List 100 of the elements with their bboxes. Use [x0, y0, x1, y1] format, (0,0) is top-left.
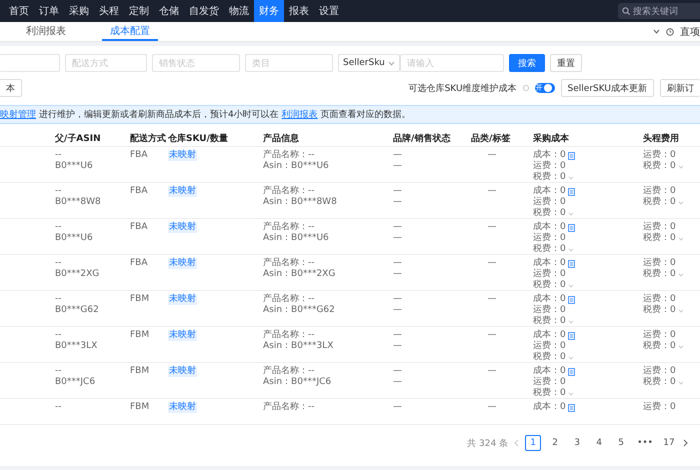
tax-text: 税费：0: [533, 388, 566, 398]
page-button[interactable]: 2: [547, 435, 564, 451]
filter-field[interactable]: 配送方式: [65, 54, 147, 72]
unmapped-link[interactable]: 未映射: [168, 186, 197, 197]
reset-button[interactable]: 重置: [550, 54, 582, 72]
chevron-down-icon: [568, 392, 574, 396]
nav-item[interactable]: 首页: [4, 0, 34, 22]
product-name: 产品名称：--: [263, 258, 314, 269]
category-text: —: [488, 258, 496, 269]
nav-item[interactable]: 定制: [124, 0, 154, 22]
page-button[interactable]: 5: [613, 435, 630, 451]
asin-text: Asin：B0***3LX: [263, 341, 334, 352]
shipping-method: FBM: [130, 402, 150, 413]
notice-text: 页面查看对应的数据。: [320, 108, 411, 121]
chevron-down-icon: [678, 272, 684, 276]
tab[interactable]: 利润报表: [18, 22, 74, 41]
refresh-button[interactable]: 刷新订: [660, 79, 700, 97]
filter-field[interactable]: 类目: [245, 54, 333, 72]
page-button[interactable]: 4: [591, 435, 608, 451]
column-header: 品类/标签: [471, 132, 512, 144]
parent-asin: --: [55, 330, 62, 341]
chevron-right-icon: [683, 439, 688, 447]
child-asin: B0***2XG: [55, 269, 100, 280]
unmapped-link[interactable]: 未映射: [168, 330, 197, 341]
asin-text: Asin：B0***2XG: [263, 269, 336, 280]
nav-item[interactable]: 报表: [284, 0, 314, 22]
product-name: 产品名称：--: [263, 402, 314, 413]
unmapped-link[interactable]: 未映射: [168, 294, 197, 305]
tax-text: 税费：0: [533, 244, 566, 254]
tax-text: 税费：0: [533, 316, 566, 326]
unmapped-link[interactable]: 未映射: [168, 366, 197, 377]
product-name: 产品名称：--: [263, 330, 314, 341]
sales-status: —: [393, 377, 402, 388]
filter-field[interactable]: [0, 54, 60, 72]
edit-icon: [568, 260, 575, 268]
mapping-link[interactable]: 映射管理: [0, 108, 36, 121]
parent-asin: --: [55, 402, 62, 413]
sales-status: —: [393, 269, 402, 280]
unmapped-link[interactable]: 未映射: [168, 150, 197, 161]
sales-status: —: [393, 341, 402, 352]
page-button[interactable]: 17: [661, 435, 677, 451]
sku-cost-update-button[interactable]: SellerSKU成本更新: [560, 79, 654, 97]
page-button[interactable]: 3: [569, 435, 586, 451]
nav-item[interactable]: 采购: [64, 0, 94, 22]
search-button[interactable]: 搜索: [509, 54, 545, 72]
cost-text: 成本：0: [533, 294, 566, 304]
nav-item[interactable]: 物流: [224, 0, 254, 22]
tab[interactable]: 成本配置: [102, 22, 158, 41]
page-button[interactable]: 1: [525, 435, 542, 451]
sales-status: —: [393, 161, 402, 172]
category-text: —: [488, 402, 496, 413]
chevron-down-icon: [568, 212, 574, 216]
chevron-down-icon: [388, 60, 395, 66]
unmapped-link[interactable]: 未映射: [168, 258, 197, 269]
profit-report-link[interactable]: 利润报表: [282, 108, 318, 121]
category-text: —: [488, 294, 496, 305]
sku-type-select[interactable]: SellerSku: [338, 54, 400, 72]
nav-item[interactable]: 仓储: [154, 0, 184, 22]
freight-text: 运费：0: [533, 341, 566, 352]
cost-button[interactable]: 本: [0, 79, 22, 97]
category-text: —: [488, 186, 496, 197]
shipping-method: FBM: [130, 330, 150, 341]
filter-field[interactable]: 销售状态: [152, 54, 240, 72]
parent-asin: --: [55, 258, 62, 269]
unmapped-link[interactable]: 未映射: [168, 402, 197, 413]
asin-text: Asin：B0***JC6: [263, 377, 332, 388]
freight-text: 运费：0: [643, 402, 676, 413]
asin-text: Asin：B0***G62: [263, 305, 335, 316]
search-field[interactable]: 搜索关键词: [618, 3, 700, 19]
category-text: —: [488, 330, 496, 341]
product-name: 产品名称：--: [263, 150, 314, 161]
freight-text: 运费：0: [643, 258, 676, 268]
unmapped-link[interactable]: 未映射: [168, 222, 197, 233]
freight-text: 运费：0: [533, 377, 566, 388]
parent-asin: --: [55, 150, 62, 161]
parent-asin: --: [55, 294, 62, 305]
tax-text: 税费：0: [643, 161, 676, 172]
child-asin: B0***8W8: [55, 197, 101, 208]
chevron-down-icon: [568, 248, 574, 252]
category-text: —: [488, 150, 496, 161]
tab-bar-link[interactable]: 直项: [680, 24, 700, 38]
edit-icon: [568, 152, 575, 160]
chevron-down-icon: [568, 320, 574, 324]
freight-text: 运费：0: [643, 150, 676, 160]
nav-item[interactable]: 设置: [314, 0, 344, 22]
cost-text: 成本：0: [533, 330, 566, 340]
category-text: —: [488, 366, 496, 377]
nav-item[interactable]: 订单: [34, 0, 64, 22]
search-input[interactable]: 请输入: [400, 54, 504, 72]
category-text: —: [488, 222, 496, 233]
page-button[interactable]: •••: [635, 435, 655, 451]
nav-item[interactable]: 头程: [94, 0, 124, 22]
parent-asin: --: [55, 186, 62, 197]
chevron-left-icon: [514, 439, 520, 447]
freight-text: 运费：0: [643, 294, 676, 304]
nav-item[interactable]: 财务: [254, 0, 284, 22]
brand-text: —: [393, 294, 402, 305]
column-header: 采购成本: [533, 132, 570, 144]
tax-text: 税费：0: [533, 208, 566, 218]
nav-item[interactable]: 自发货: [184, 0, 224, 22]
